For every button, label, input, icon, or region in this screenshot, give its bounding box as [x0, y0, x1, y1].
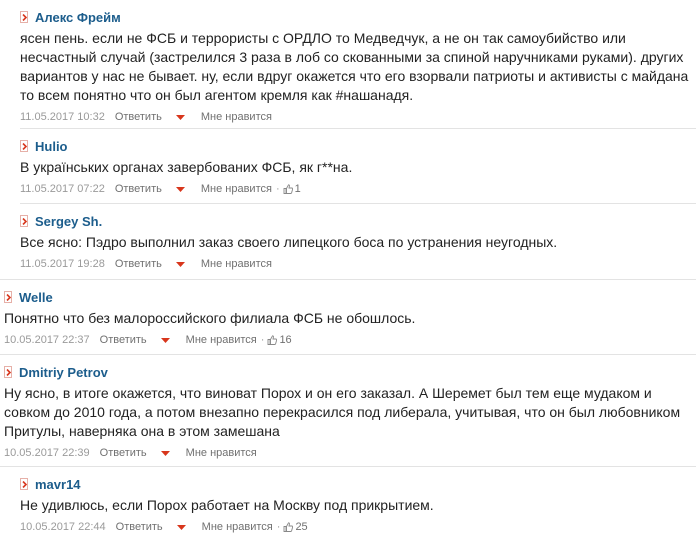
- like-button[interactable]: Мне нравится: [201, 258, 272, 270]
- expand-arrow-icon[interactable]: [20, 478, 28, 490]
- comment-2: Hulio В українських органах завербованих…: [20, 138, 696, 196]
- expand-arrow-icon[interactable]: [4, 366, 12, 378]
- reply-dropdown-icon[interactable]: [175, 114, 185, 120]
- reply-dropdown-icon[interactable]: [160, 337, 170, 343]
- comment-divider: [20, 128, 696, 129]
- like-button[interactable]: Мне нравится: [186, 334, 257, 346]
- comment-date: 11.05.2017 07:22: [20, 183, 105, 195]
- separator-dot: ·: [260, 334, 265, 346]
- reply-dropdown-icon[interactable]: [176, 524, 186, 530]
- reply-dropdown-icon[interactable]: [175, 261, 185, 267]
- comment-date: 10.05.2017 22:39: [4, 447, 90, 459]
- comment-text: Ну ясно, в итоге окажется, что виноват П…: [4, 385, 681, 439]
- reply-button[interactable]: Ответить: [115, 111, 162, 123]
- comment-divider: [0, 466, 696, 467]
- comment-3: Sergey Sh. Все ясно: Пэдро выполнил зака…: [20, 213, 696, 271]
- expand-arrow-icon[interactable]: [20, 140, 28, 152]
- comment-4: Welle Понятно что без малороссийского фи…: [4, 289, 696, 347]
- comment-author[interactable]: Dmitriy Petrov: [19, 365, 108, 380]
- comment-text: Понятно что без малороссийского филиала …: [4, 310, 416, 326]
- reply-button[interactable]: Ответить: [116, 521, 163, 533]
- reply-dropdown-icon[interactable]: [175, 186, 185, 192]
- comment-author[interactable]: Sergey Sh.: [35, 214, 102, 229]
- separator-dot: ·: [276, 521, 281, 533]
- comment-1: Алекс Фрейм ясен пень. если не ФСБ и тер…: [20, 9, 696, 124]
- separator-dot: ·: [275, 183, 280, 195]
- reply-dropdown-icon[interactable]: [160, 450, 170, 456]
- expand-arrow-icon[interactable]: [4, 291, 12, 303]
- comment-date: 11.05.2017 19:28: [20, 258, 105, 270]
- like-count: 1: [294, 183, 301, 195]
- comment-date: 10.05.2017 22:44: [20, 521, 106, 533]
- comment-divider: [20, 203, 696, 204]
- reply-button[interactable]: Ответить: [100, 447, 147, 459]
- reply-button[interactable]: Ответить: [115, 258, 162, 270]
- comment-author[interactable]: Welle: [19, 290, 53, 305]
- comment-date: 10.05.2017 22:37: [4, 334, 90, 346]
- comment-5: Dmitriy Petrov Ну ясно, в итоге окажется…: [4, 364, 696, 460]
- comment-text: ясен пень. если не ФСБ и террористы с ОР…: [20, 30, 689, 103]
- like-button[interactable]: Мне нравится: [201, 111, 272, 123]
- comment-6: mavr14 Не удивлюсь, если Порох работает …: [20, 476, 696, 534]
- like-button[interactable]: Мне нравится: [201, 183, 272, 195]
- comment-date: 11.05.2017 10:32: [20, 111, 105, 123]
- like-count: 25: [295, 521, 308, 533]
- reply-button[interactable]: Ответить: [115, 183, 162, 195]
- reply-button[interactable]: Ответить: [100, 334, 147, 346]
- like-button[interactable]: Мне нравится: [186, 447, 257, 459]
- thumbs-up-icon: [283, 522, 294, 532]
- comment-author[interactable]: mavr14: [35, 477, 81, 492]
- comment-text: Не удивлюсь, если Порох работает на Моск…: [20, 497, 434, 513]
- expand-arrow-icon[interactable]: [20, 11, 28, 23]
- comment-author[interactable]: Алекс Фрейм: [35, 10, 121, 25]
- expand-arrow-icon[interactable]: [20, 215, 28, 227]
- thumbs-up-icon: [267, 335, 278, 345]
- comment-author[interactable]: Hulio: [35, 139, 68, 154]
- comment-divider: [0, 279, 696, 280]
- comment-divider: [0, 354, 696, 355]
- thumbs-up-icon: [283, 184, 293, 194]
- comment-text: Все ясно: Пэдро выполнил заказ своего ли…: [20, 234, 558, 250]
- like-button[interactable]: Мне нравится: [202, 521, 273, 533]
- comment-text: В українських органах завербованих ФСБ, …: [20, 159, 353, 175]
- like-count: 16: [279, 334, 292, 346]
